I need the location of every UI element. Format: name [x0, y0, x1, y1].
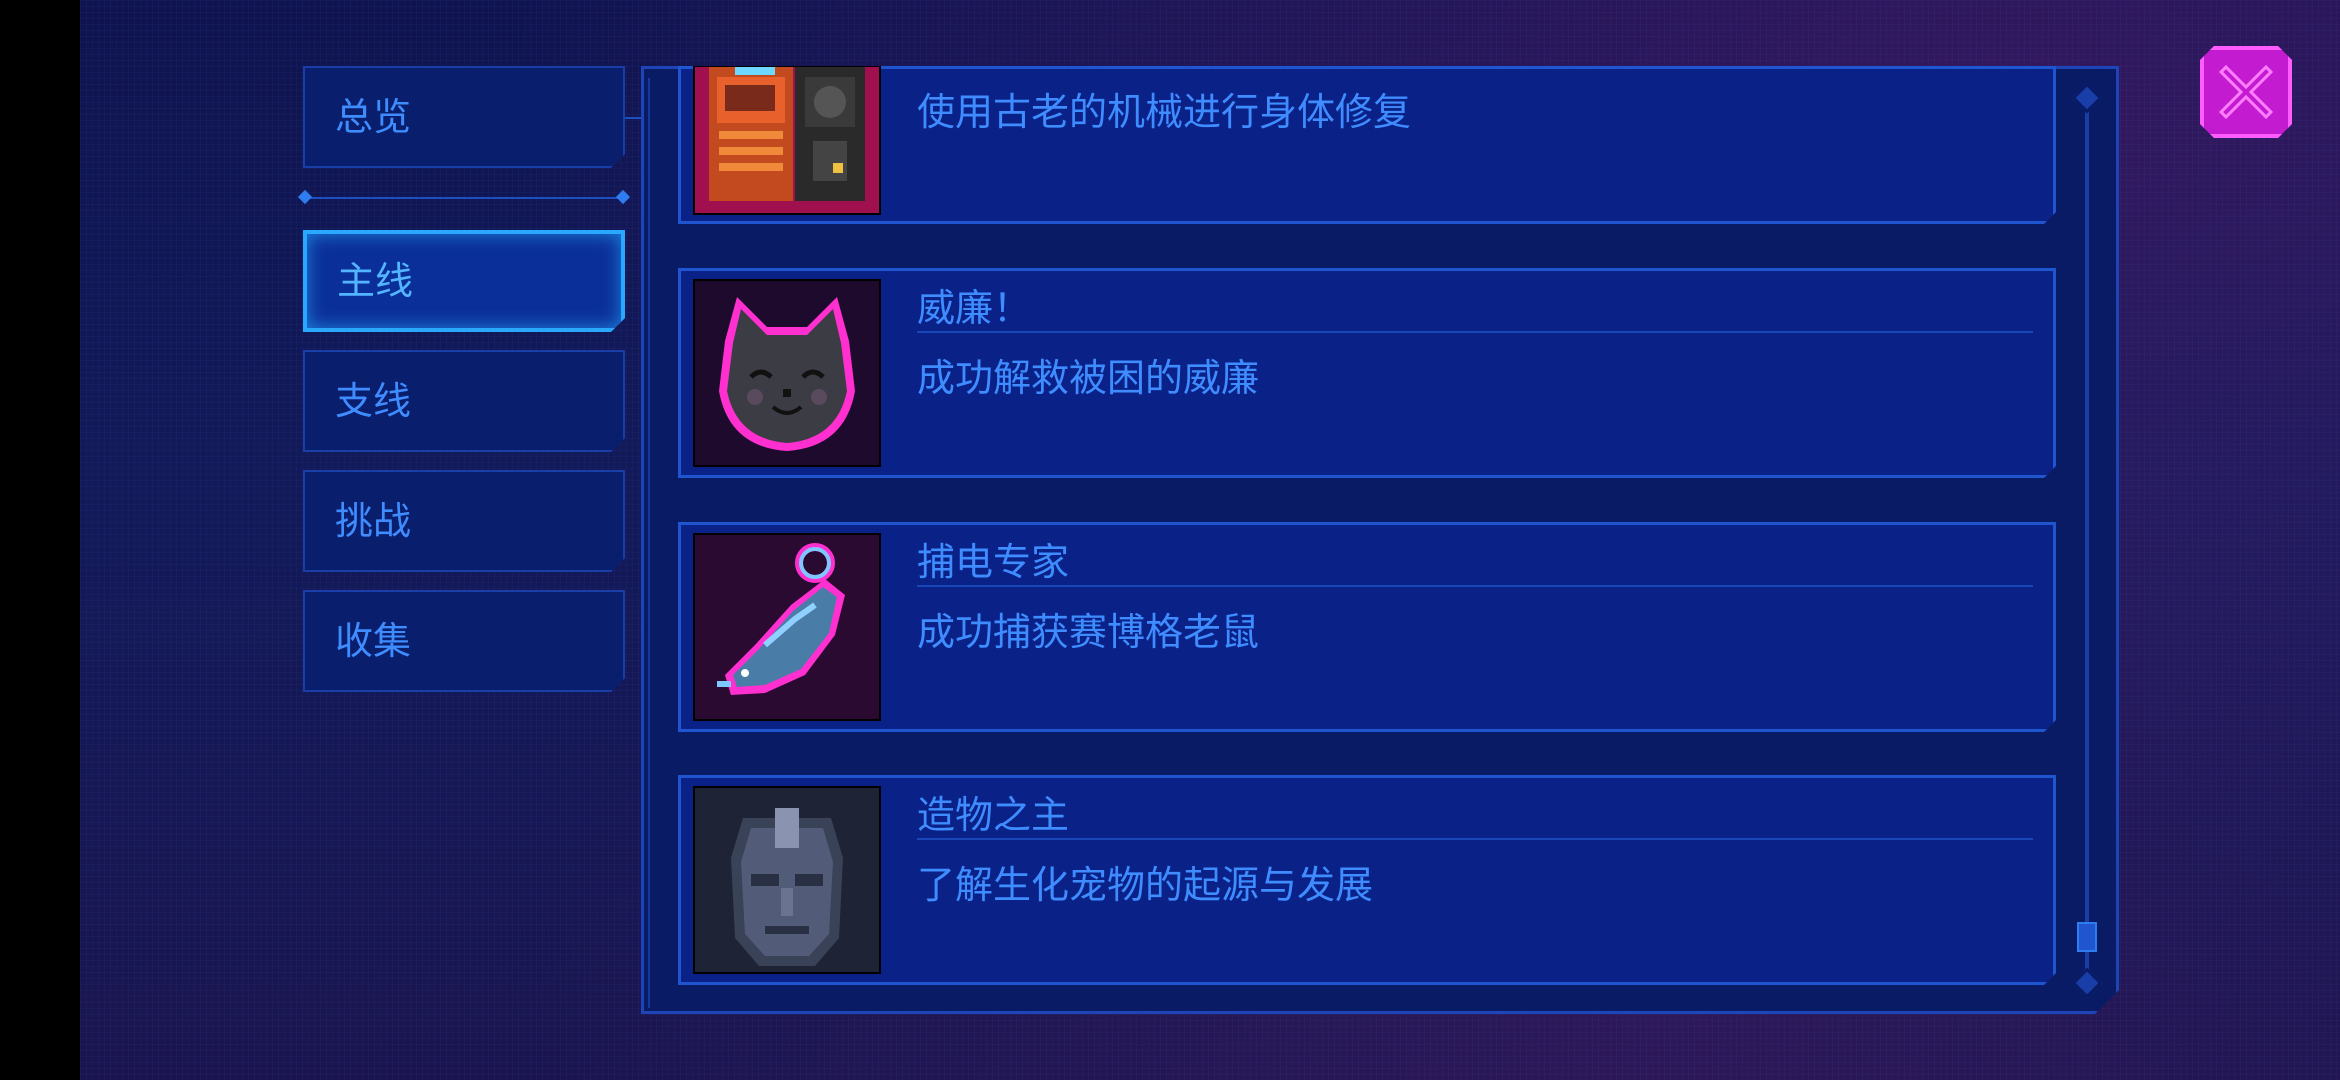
connector-line [625, 117, 643, 119]
achievement-desc: 使用古老的机械进行身体修复 [917, 90, 1412, 134]
cat-face-icon [693, 279, 881, 467]
achievement-desc: 了解生化宠物的起源与发展 [917, 863, 1374, 907]
achievement-title: 捕电专家 [917, 540, 1070, 584]
tab-overview[interactable]: 总览 [303, 66, 625, 168]
achievement-desc: 成功解救被困的威廉 [917, 356, 1260, 400]
panel-inner-line [648, 78, 650, 1008]
achievement-card[interactable]: 使用古老的机械进行身体修复 [678, 66, 2056, 224]
achievement-card[interactable]: 造物之主 了解生化宠物的起源与发展 [678, 775, 2056, 985]
close-button[interactable] [2200, 46, 2292, 138]
tab-main[interactable]: 主线 [303, 230, 625, 332]
achievement-title: 造物之主 [917, 793, 1070, 837]
cyber-rat-icon [693, 533, 881, 721]
tab-collection[interactable]: 收集 [303, 590, 625, 692]
statue-head-icon [693, 786, 881, 974]
achievement-card[interactable]: 捕电专家 成功捕获赛博格老鼠 [678, 522, 2056, 732]
card-divider [917, 838, 2033, 840]
scrollbar-track[interactable] [2085, 97, 2089, 977]
machine-icon [693, 65, 881, 215]
achievement-card[interactable]: 威廉！ 成功解救被困的威廉 [678, 268, 2056, 478]
sidebar-divider [303, 197, 625, 199]
scrollbar-thumb[interactable] [2077, 922, 2097, 952]
card-divider [917, 585, 2033, 587]
achievement-title: 威廉！ [917, 286, 1032, 330]
achievement-desc: 成功捕获赛博格老鼠 [917, 610, 1260, 654]
card-divider [917, 331, 2033, 333]
tab-challenge[interactable]: 挑战 [303, 470, 625, 572]
close-icon [2218, 64, 2274, 120]
tab-side[interactable]: 支线 [303, 350, 625, 452]
